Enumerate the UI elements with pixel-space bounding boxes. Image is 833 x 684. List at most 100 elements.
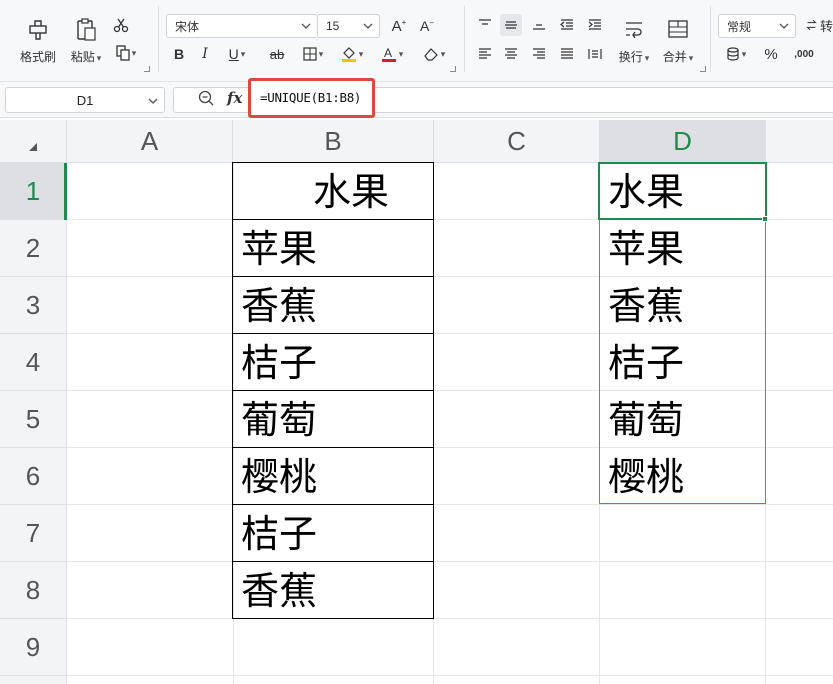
wrap-text-button[interactable]: 换行 ▾ <box>614 12 654 72</box>
copy-button[interactable]: ▾ <box>110 42 142 64</box>
column-header-a[interactable]: A <box>67 120 233 163</box>
ribbon-toolbar: 格式刷 粘贴 ▾ ▾ 宋体 15 A+ A− B I U ▾ ab ▾ ▾ A ▾ ▾ <box>0 0 833 82</box>
wrap-text-icon <box>626 21 642 38</box>
column-header-b[interactable]: B <box>233 120 434 163</box>
row-header-5[interactable]: 5 <box>0 391 67 448</box>
align-bottom-button[interactable] <box>528 14 550 36</box>
cell-d2-text: 苹果 <box>608 227 685 271</box>
font-name-select[interactable]: 宋体 <box>166 14 318 38</box>
align-center-icon <box>505 48 517 59</box>
chevron-down-icon <box>301 23 311 29</box>
cell-b5-text: 葡萄 <box>241 398 318 442</box>
format-painter-label: 格式刷 <box>19 49 56 64</box>
currency-button[interactable]: ▾ <box>720 43 752 65</box>
font-grow-icon: A+ <box>391 17 407 35</box>
row-header-1[interactable]: 1 <box>0 163 67 220</box>
function-fx-icon[interactable]: fx <box>227 89 242 107</box>
convert-label: 转 <box>819 18 833 34</box>
distribute-icon <box>588 49 602 59</box>
chevron-down-icon <box>148 98 158 104</box>
cell-b8-text: 香蕉 <box>241 569 318 613</box>
fill-color-button[interactable]: ▾ <box>336 43 368 65</box>
select-all-corner[interactable] <box>0 120 67 163</box>
formula-text[interactable]: =UNIQUE(B1:B8) <box>260 90 361 105</box>
strikethrough-button[interactable]: ab <box>266 43 288 65</box>
clipboard-launcher-icon[interactable] <box>144 66 150 72</box>
column-header-d[interactable]: D <box>600 120 766 163</box>
font-launcher-icon[interactable] <box>450 66 456 72</box>
justify-button[interactable] <box>556 43 578 65</box>
eraser-icon <box>423 48 438 61</box>
row-header-10-partial[interactable] <box>0 676 67 684</box>
align-right-icon <box>533 48 545 59</box>
italic-button[interactable]: I <box>194 43 216 65</box>
row-header-3[interactable]: 3 <box>0 277 67 334</box>
convert-button[interactable]: 转 <box>806 14 833 36</box>
scissors-icon <box>113 18 129 33</box>
align-left-button[interactable] <box>474 43 496 65</box>
spreadsheet-grid: A B C D 1 2 3 4 5 6 7 8 9 水果 苹果 香蕉 桔子 葡萄… <box>0 120 833 684</box>
cell-b6-text: 樱桃 <box>241 455 318 499</box>
merge-cells-icon <box>668 19 688 38</box>
zoom-icon[interactable] <box>198 90 214 106</box>
cell-b3-text: 香蕉 <box>241 284 318 328</box>
underline-button[interactable]: U ▾ <box>222 43 252 65</box>
align-center-button[interactable] <box>500 43 522 65</box>
strikethrough-icon: ab <box>269 46 285 62</box>
active-row-marker <box>64 163 67 220</box>
cell-b1-text: 水果 <box>312 170 389 214</box>
row-header-2[interactable]: 2 <box>0 220 67 277</box>
column-header-c[interactable]: C <box>434 120 600 163</box>
increase-indent-button[interactable] <box>584 14 606 36</box>
align-middle-button[interactable] <box>500 14 522 36</box>
underline-icon: U <box>228 46 239 62</box>
number-format-select[interactable]: 常规 <box>718 14 796 38</box>
align-top-icon <box>479 19 491 25</box>
distributed-align-button[interactable] <box>584 43 606 65</box>
cell-b2-text: 苹果 <box>241 227 318 271</box>
align-right-button[interactable] <box>528 43 550 65</box>
number-format-value: 常规 <box>727 19 752 34</box>
paste-icon <box>73 16 99 42</box>
row-header-8[interactable]: 8 <box>0 562 67 619</box>
row-header-6[interactable]: 6 <box>0 448 67 505</box>
italic-icon: I <box>202 46 208 62</box>
cell-d4-text: 桔子 <box>608 341 685 385</box>
align-top-button[interactable] <box>474 14 496 36</box>
bold-button[interactable]: B <box>168 43 190 65</box>
row-header-4[interactable]: 4 <box>0 334 67 391</box>
alignment-launcher-icon[interactable] <box>700 66 706 72</box>
row-header-7[interactable]: 7 <box>0 505 67 562</box>
row-header-9[interactable]: 9 <box>0 619 67 676</box>
justify-icon <box>561 48 573 59</box>
paste-label: 粘贴 <box>70 49 95 64</box>
border-button[interactable]: ▾ <box>298 43 328 65</box>
select-all-triangle-icon <box>29 143 37 151</box>
cell-d6-text: 樱桃 <box>608 455 685 499</box>
align-middle-icon <box>505 21 517 29</box>
name-box[interactable]: D1 <box>5 87 165 113</box>
font-color-button[interactable]: A ▾ <box>376 43 408 65</box>
fill-bucket-icon <box>341 47 356 62</box>
thousands-separator-button[interactable]: ,000 <box>788 43 820 65</box>
format-painter-icon <box>25 16 51 42</box>
cut-button[interactable] <box>110 14 132 36</box>
font-size-select[interactable]: 15 <box>318 14 380 38</box>
border-icon <box>303 47 317 61</box>
chevron-down-icon <box>779 23 789 29</box>
chevron-down-icon <box>363 23 373 29</box>
decrease-font-size-button[interactable]: A− <box>416 15 438 37</box>
align-left-icon <box>479 48 491 59</box>
clear-format-button[interactable]: ▾ <box>418 43 450 65</box>
merge-cells-button[interactable]: 合并 ▾ <box>658 12 698 72</box>
decrease-indent-button[interactable] <box>556 14 578 36</box>
font-size-value: 15 <box>326 19 340 33</box>
font-shrink-icon: A− <box>419 18 434 34</box>
increase-font-size-button[interactable]: A+ <box>388 15 410 37</box>
column-header-e-partial[interactable] <box>766 120 833 163</box>
thousands-label: ,000 <box>794 48 814 60</box>
format-painter-button[interactable]: 格式刷 <box>14 10 62 70</box>
align-bottom-icon <box>533 24 545 30</box>
percent-button[interactable]: % <box>760 43 782 65</box>
paste-button[interactable]: 粘贴 ▾ <box>62 10 110 70</box>
